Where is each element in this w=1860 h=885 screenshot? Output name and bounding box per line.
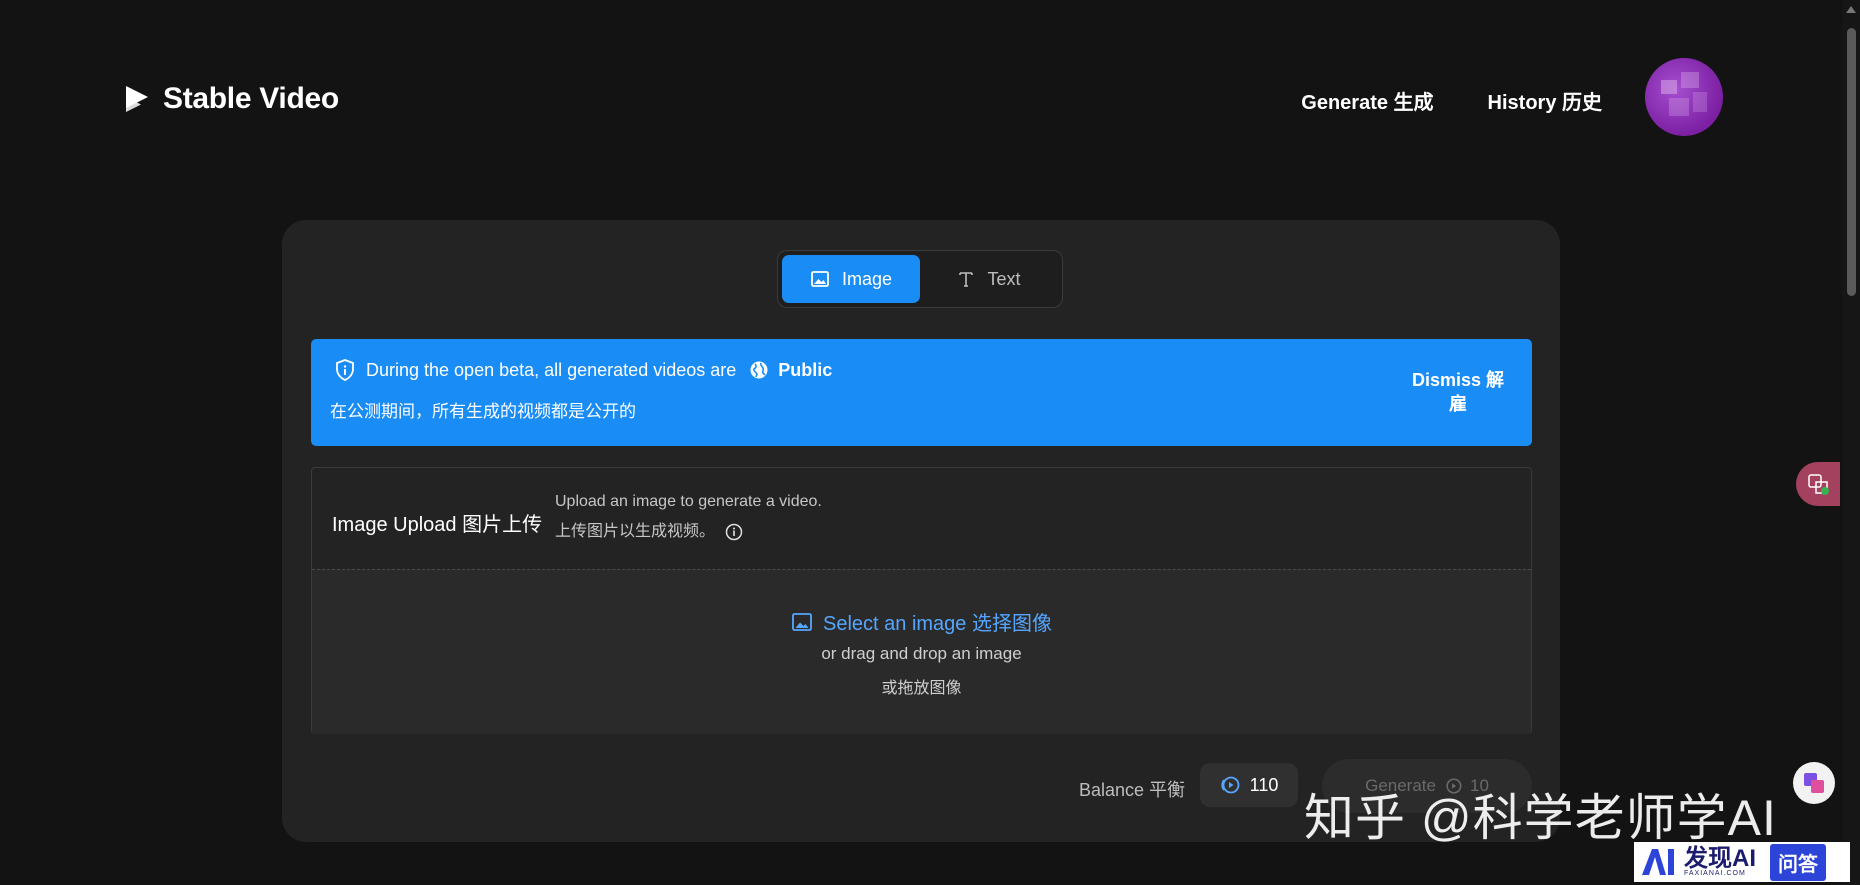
top-nav: Generate 生成 History 历史 bbox=[1301, 86, 1602, 115]
image-icon bbox=[811, 271, 829, 287]
upload-description: Upload an image to generate a video. 上传图… bbox=[555, 487, 822, 547]
page: Stable Video Generate 生成 History 历史 Imag… bbox=[0, 0, 1860, 885]
scroll-thumb[interactable] bbox=[1847, 28, 1856, 296]
info-icon[interactable] bbox=[725, 523, 743, 541]
text-icon bbox=[959, 272, 974, 287]
image-dropzone[interactable]: Select an image 选择图像 or drag and drop an… bbox=[312, 569, 1531, 734]
nav-generate[interactable]: Generate 生成 bbox=[1301, 86, 1433, 115]
avatar-pixel bbox=[1669, 98, 1689, 116]
drag-drop-hint-cn: 或拖放图像 bbox=[881, 680, 962, 697]
avatar-pixel bbox=[1661, 80, 1677, 94]
drag-drop-hint: or drag and drop an image bbox=[821, 644, 1022, 663]
select-image-label: Select an image 选择图像 bbox=[823, 613, 1052, 635]
faxianai-watermark: 发现AI FAXIANAI.COM 问答 bbox=[1634, 842, 1850, 882]
scrollbar[interactable] bbox=[1842, 0, 1860, 885]
brand-text: 发现AI bbox=[1684, 844, 1756, 872]
upload-desc-cn-row: 上传图片以生成视频。 bbox=[555, 517, 822, 547]
banner-text-cn: 在公测期间，所有生成的视频都是公开的 bbox=[330, 402, 636, 421]
upload-label: Image Upload 图片上传 bbox=[332, 514, 543, 536]
translate-float-button[interactable] bbox=[1793, 762, 1835, 804]
mode-toggle: Image Text bbox=[777, 250, 1063, 308]
brand-subtext: FAXIANAI.COM bbox=[1684, 869, 1746, 877]
tab-image-label: Image bbox=[841, 268, 893, 289]
scroll-up-arrow-icon[interactable] bbox=[1846, 6, 1856, 13]
app-title: Stable Video bbox=[163, 82, 339, 115]
avatar-pixel bbox=[1693, 92, 1707, 112]
image-icon bbox=[792, 612, 812, 631]
translate-icon bbox=[1804, 773, 1824, 793]
tab-image[interactable]: Image bbox=[782, 255, 920, 303]
banner-line-1: During the open beta, all generated vide… bbox=[333, 358, 832, 382]
globe-icon bbox=[750, 361, 768, 379]
generator-card: Image Text During the open beta, all gen… bbox=[282, 220, 1560, 842]
zhihu-watermark: 知乎 @科学老师学AI bbox=[1304, 790, 1777, 846]
upload-header: Image Upload 图片上传 Upload an image to gen… bbox=[312, 468, 1531, 569]
banner-text-en: During the open beta, all generated vide… bbox=[366, 359, 737, 380]
credits-icon bbox=[1221, 776, 1240, 794]
user-avatar[interactable] bbox=[1645, 58, 1723, 136]
upload-desc-cn: 上传图片以生成视频。 bbox=[555, 523, 716, 540]
dismiss-button[interactable]: Dismiss 解雇 bbox=[1410, 368, 1506, 416]
public-label: Public bbox=[778, 359, 833, 380]
beta-notice-banner: During the open beta, all generated vide… bbox=[311, 339, 1532, 446]
faxianai-brand: 发现AI FAXIANAI.COM bbox=[1684, 844, 1756, 877]
balance-display: 110 bbox=[1200, 763, 1298, 807]
tab-text[interactable]: Text bbox=[920, 255, 1058, 303]
nav-history[interactable]: History 历史 bbox=[1488, 86, 1602, 115]
image-upload-section: Image Upload 图片上传 Upload an image to gen… bbox=[311, 467, 1532, 734]
translate-icon bbox=[1808, 474, 1829, 495]
shield-icon bbox=[336, 359, 354, 381]
faxianai-logo-icon bbox=[1642, 849, 1674, 875]
upload-desc-en: Upload an image to generate a video. bbox=[555, 493, 822, 510]
ask-label: 问答 bbox=[1770, 843, 1826, 881]
avatar-pixel bbox=[1681, 72, 1699, 88]
balance-label: Balance 平衡 bbox=[1079, 780, 1186, 800]
translate-extension-button[interactable] bbox=[1796, 462, 1840, 506]
stable-video-logo-icon bbox=[126, 86, 148, 112]
app-logo[interactable]: Stable Video bbox=[121, 82, 339, 116]
select-image-link[interactable]: Select an image 选择图像 bbox=[791, 607, 1052, 636]
tab-text-label: Text bbox=[987, 268, 1021, 289]
balance-value: 110 bbox=[1249, 774, 1279, 795]
